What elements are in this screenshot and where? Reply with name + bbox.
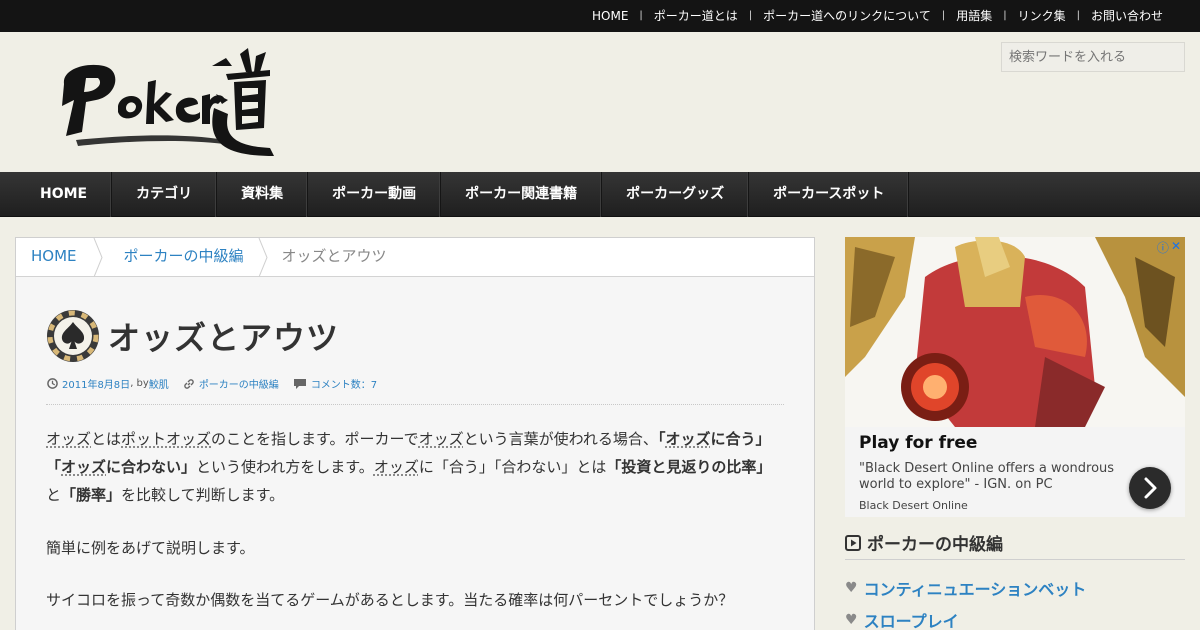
article-author[interactable]: 鮫肌 (149, 376, 169, 391)
text-run: という言葉が使われる場合、 (463, 430, 658, 448)
ad-source: Black Desert Online (859, 499, 968, 512)
article-comments-link[interactable]: コメント数：7 (311, 376, 377, 391)
topnav-contact[interactable]: お問い合わせ (1080, 9, 1174, 23)
text-run: とは (91, 430, 122, 448)
text-run: に「合う」「合わない」とは (418, 458, 607, 476)
breadcrumb: HOME ポーカーの中級編 オッズとアウツ (16, 237, 814, 277)
text-run: に合わない」 (106, 458, 197, 476)
mainnav-materials[interactable]: 資料集 (217, 172, 309, 217)
article-title: オッズとアウツ (108, 319, 340, 357)
breadcrumb-current: オッズとアウツ (281, 246, 387, 265)
topnav-about[interactable]: ポーカー道とは (643, 9, 749, 23)
mainnav-category[interactable]: カテゴリ (112, 172, 218, 217)
top-nav: HOME | ポーカー道とは | ポーカー道へのリンクについて | 用語集 | … (581, 0, 1174, 32)
site-logo[interactable] (56, 44, 276, 168)
comment-icon (293, 378, 306, 389)
breadcrumb-home-label: HOME (31, 246, 77, 265)
ad-info-icon[interactable]: ⓘ (1157, 239, 1169, 256)
article-category-link[interactable]: ポーカーの中級編 (199, 376, 279, 391)
search-input[interactable] (1001, 42, 1185, 72)
ad-close-icon[interactable]: ✕ (1171, 239, 1181, 256)
top-bar: HOME | ポーカー道とは | ポーカー道へのリンクについて | 用語集 | … (0, 0, 1200, 32)
advertisement[interactable]: ⓘ ✕ Play for free "Black Desert Online o… (845, 237, 1185, 517)
article-header: オッズとアウツ (46, 309, 339, 363)
topnav-linking[interactable]: ポーカー道へのリンクについて (752, 9, 942, 23)
sidebar-item-slow-play[interactable]: ♥ スロープレイ (845, 604, 1086, 630)
heart-icon: ♥ (845, 612, 858, 628)
glossary-term-link[interactable]: ポットオッズ (121, 430, 211, 448)
play-square-icon (845, 534, 861, 551)
mainnav-goods[interactable]: ポーカーグッズ (602, 172, 750, 217)
ad-title: Play for free (859, 433, 978, 453)
breadcrumb-home[interactable]: HOME (16, 237, 103, 277)
article-paragraph-1: オッズとはポットオッズのことを指します。ポーカーでオッズという言葉が使われる場合… (46, 425, 786, 509)
topnav-links[interactable]: リンク集 (1007, 9, 1077, 23)
link-icon (184, 378, 194, 389)
mainnav-books[interactable]: ポーカー関連書籍 (441, 172, 603, 217)
glossary-term-link[interactable]: オッズ (46, 430, 91, 448)
text-run: のことを指します。ポーカーで (211, 430, 419, 448)
heart-icon: ♥ (845, 580, 858, 596)
text-run: を比較して判断します。 (121, 486, 285, 504)
mainnav-videos[interactable]: ポーカー動画 (308, 172, 442, 217)
glossary-term-link[interactable]: オッズ (374, 458, 419, 476)
topnav-home[interactable]: HOME (581, 9, 639, 23)
mainnav-home[interactable]: HOME (0, 172, 113, 217)
glossary-term-link[interactable]: オッズ (61, 458, 106, 476)
glossary-term-link[interactable]: オッズ (419, 430, 464, 448)
main-nav: HOME カテゴリ 資料集 ポーカー動画 ポーカー関連書籍 ポーカーグッズ ポー… (0, 172, 1200, 217)
breadcrumb-category-label: ポーカーの中級編 (123, 246, 244, 265)
article-by: , by (130, 378, 149, 389)
sidebar-widget-title: ポーカーの中級編 (845, 526, 1185, 560)
meta-divider (46, 404, 784, 405)
ad-open-button[interactable] (1129, 467, 1171, 509)
article-meta: 2011年8月8日 , by 鮫肌 ポーカーの中級編 コメント数：7 (47, 376, 377, 391)
logo-brush-image (62, 48, 274, 156)
clock-icon (47, 378, 58, 389)
glossary-term-link[interactable]: オッズ (665, 430, 710, 448)
breadcrumb-category[interactable]: ポーカーの中級編 (101, 237, 268, 277)
text-run: と (46, 486, 62, 504)
sidebar-item-label: コンティニュエーションベット (863, 580, 1087, 599)
ad-badges: ⓘ ✕ (1157, 239, 1181, 256)
text-run: 「勝率」 (61, 486, 122, 504)
ad-description: "Black Desert Online offers a wondrous w… (859, 461, 1115, 492)
article-paragraph-2: 簡単に例をあげて説明します。 (46, 539, 255, 557)
article-date[interactable]: 2011年8月8日 (62, 376, 130, 391)
mainnav-spots[interactable]: ポーカースポット (749, 172, 910, 217)
text-run: 「投資と見返りの比率」 (606, 458, 772, 476)
sidebar-widget-title-label: ポーカーの中級編 (867, 535, 1003, 555)
article-panel: HOME ポーカーの中級編 オッズとアウツ オッズとアウツ 2011年8月8日 … (15, 237, 815, 630)
sidebar-item-label: スロープレイ (863, 612, 959, 630)
ad-artwork-image (845, 237, 1185, 427)
text-run: という使われ方をします。 (196, 458, 374, 476)
sidebar-list: ♥ コンティニュエーションベット ♥ スロープレイ (845, 572, 1086, 630)
poker-chip-spade-icon (47, 310, 99, 362)
topnav-glossary[interactable]: 用語集 (945, 9, 1003, 23)
sidebar-item-continuation-bet[interactable]: ♥ コンティニュエーションベット (845, 572, 1086, 604)
chevron-right-icon (1144, 477, 1157, 499)
article-paragraph-3: サイコロを振って奇数か偶数を当てるゲームがあるとします。当たる確率は何パーセント… (46, 591, 734, 609)
